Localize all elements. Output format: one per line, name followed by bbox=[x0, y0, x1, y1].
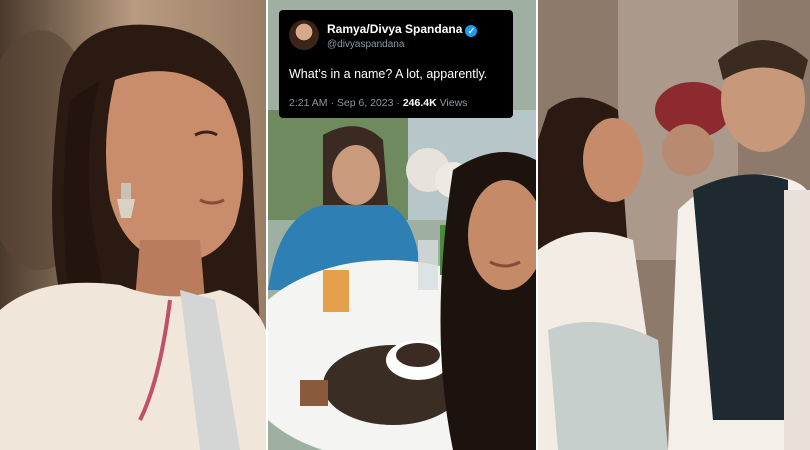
views-label: Views bbox=[436, 97, 468, 109]
profile-avatar[interactable] bbox=[289, 20, 319, 50]
display-name: Ramya/Divya Spandana bbox=[327, 22, 463, 36]
tweet-timestamp[interactable]: 2:21 AM · Sep 6, 2023 · bbox=[289, 97, 403, 109]
tweet-text: What’s in a name? A lot, apparently. bbox=[289, 67, 488, 81]
tweet-author-name[interactable]: Ramya/Divya Spandana ✓ bbox=[327, 22, 478, 37]
views-count: 246.4K bbox=[402, 97, 437, 109]
tweet-author-handle[interactable]: @divyaspandana bbox=[327, 39, 404, 50]
verified-badge-icon: ✓ bbox=[465, 25, 478, 37]
event-illustration bbox=[538, 0, 810, 450]
photo-right-event bbox=[538, 0, 810, 450]
portrait-illustration bbox=[0, 0, 266, 450]
photo-left-portrait bbox=[0, 0, 266, 450]
tweet-card[interactable]: Ramya/Divya Spandana ✓ @divyaspandana Wha… bbox=[279, 10, 513, 118]
tweet-meta: 2:21 AM · Sep 6, 2023 · 246.4K Views bbox=[289, 97, 467, 109]
